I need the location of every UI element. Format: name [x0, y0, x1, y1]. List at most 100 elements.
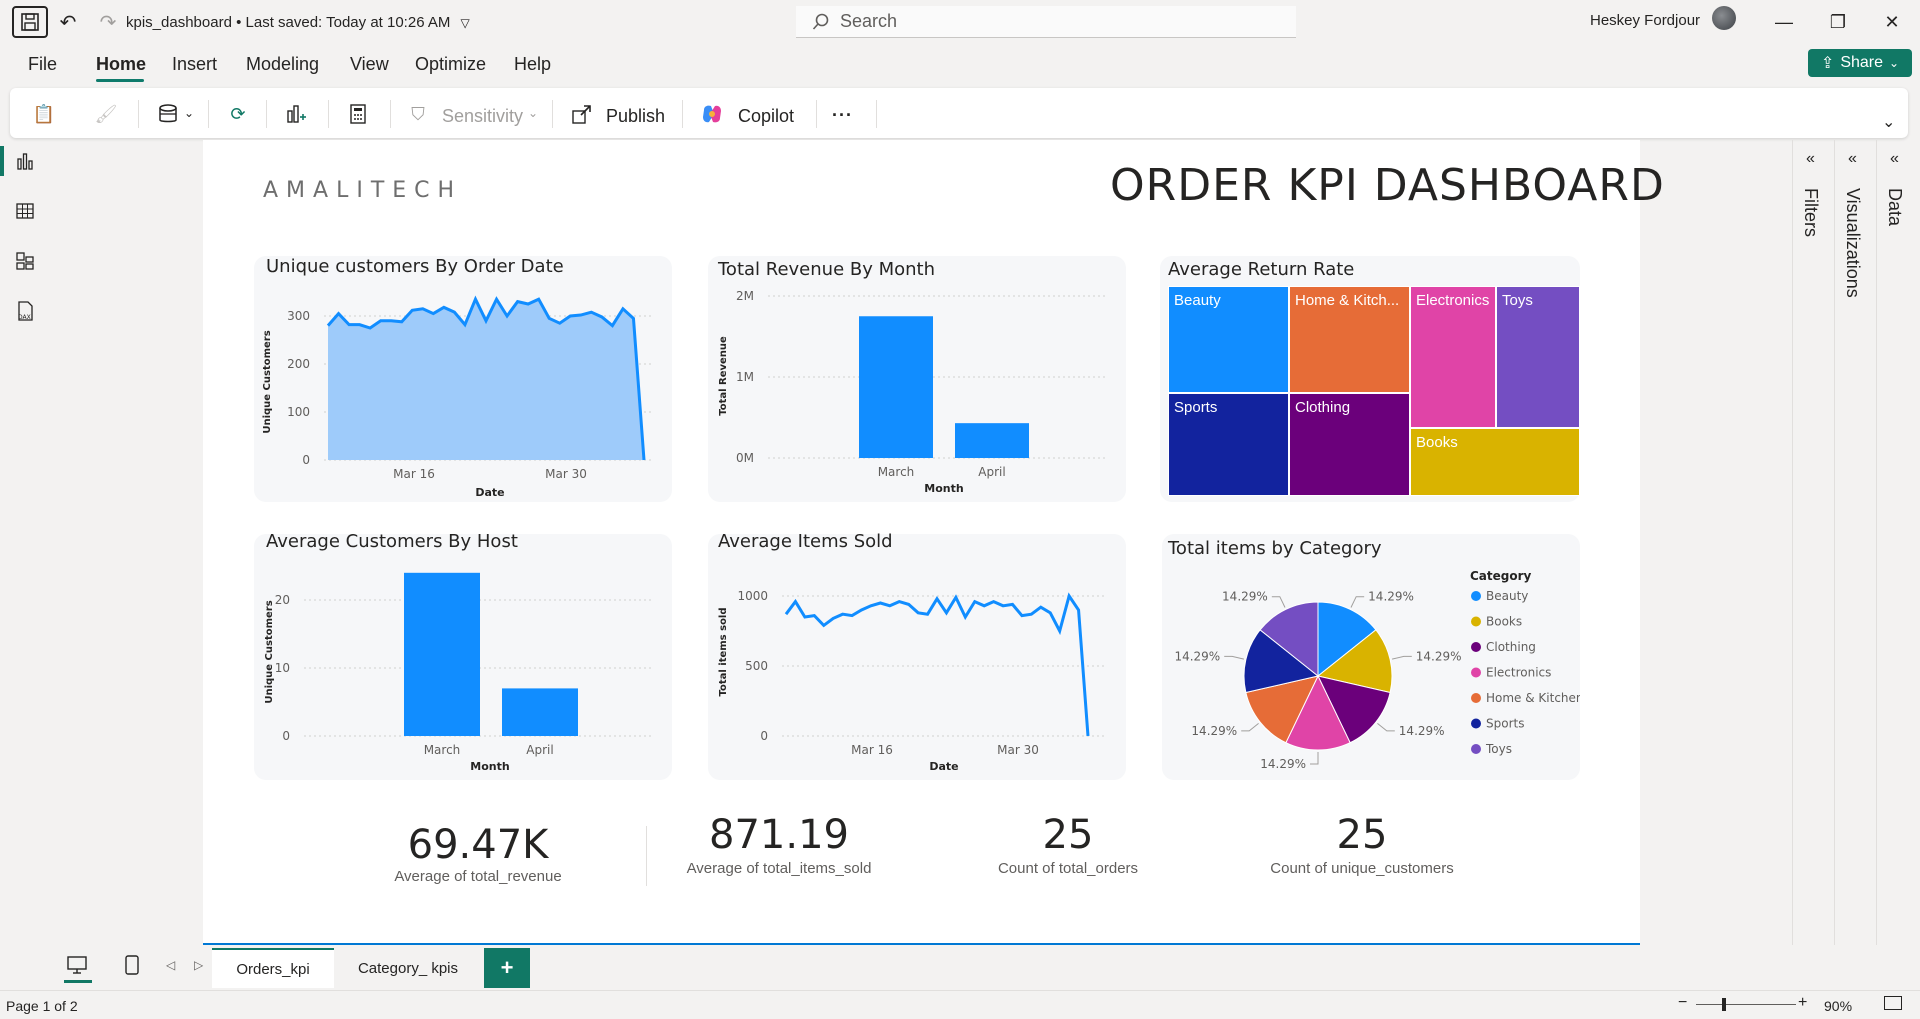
more-options-button[interactable]: ...	[832, 100, 853, 121]
y-tick-label: 0	[282, 729, 290, 743]
menu-view[interactable]: View	[350, 54, 389, 75]
add-page-button[interactable]: +	[484, 948, 530, 988]
close-icon: ✕	[1884, 11, 1900, 32]
data-pane-label[interactable]: Data	[1884, 188, 1905, 226]
x-tick-label: March	[878, 465, 915, 479]
pie-leader-line	[1271, 596, 1286, 608]
y-axis-title: Total Revenue	[718, 336, 729, 416]
zoom-slider-track[interactable]	[1696, 1004, 1796, 1005]
expand-data-icon[interactable]: «	[1890, 150, 1899, 168]
treemap-label: Books	[1416, 434, 1458, 451]
table-view-icon[interactable]	[12, 198, 38, 224]
chevron-down-icon[interactable]: ⌄	[184, 106, 194, 120]
minimize-button[interactable]: —	[1764, 8, 1804, 36]
x-axis-title: Month	[470, 760, 509, 773]
format-painter-icon[interactable]: 🖌	[92, 102, 120, 126]
mobile-layout-icon[interactable]	[124, 954, 144, 976]
share-button[interactable]: ⇪ Share ⌄	[1808, 49, 1912, 77]
menu-insert[interactable]: Insert	[172, 54, 217, 75]
get-data-icon[interactable]	[154, 102, 182, 126]
new-visual-icon[interactable]	[282, 102, 310, 126]
redo-button[interactable]: ↷	[96, 10, 120, 34]
fit-to-page-icon[interactable]	[1884, 996, 1902, 1010]
line-chart-items-sold[interactable]: 0 500 1000 Mar 16 Mar 30 Date Total items sold	[708, 556, 1126, 780]
menu-optimize[interactable]: Optimize	[415, 54, 486, 75]
kpi-avg-revenue-value: 69.47K	[407, 822, 549, 868]
kpi-avg-revenue-label: Average of total_revenue	[394, 868, 562, 885]
area-chart-unique-customers[interactable]: 0 100 200 300 Mar 16 Mar 30 Date Unique Custome…	[254, 282, 672, 502]
menu-help[interactable]: Help	[514, 54, 551, 75]
pie-chart-items-by-category[interactable]: 14.29% 14.29% 14.29% 14.29% 14.29% 14.29% 14.2…	[1162, 562, 1580, 780]
bar-chart-customers-by-host[interactable]: 0 10 20 March April Month Unique Customers	[254, 556, 672, 780]
legend-marker	[1471, 642, 1481, 652]
ribbon-separator	[390, 100, 391, 128]
visualizations-pane-label[interactable]: Visualizations	[1842, 188, 1863, 298]
close-button[interactable]: ✕	[1872, 8, 1912, 36]
bar-chart-total-revenue[interactable]: 0M 1M 2M March April Month Total Revenue	[708, 282, 1126, 502]
kpi-avg-items-label: Average of total_items_sold	[686, 860, 872, 877]
refresh-icon[interactable]: ⟳	[224, 102, 252, 126]
zoom-in-button[interactable]: +	[1798, 994, 1807, 1012]
redo-icon: ↷	[99, 11, 117, 34]
treemap-label: Sports	[1174, 399, 1217, 416]
undo-button[interactable]: ↶	[56, 10, 80, 34]
menu-modeling[interactable]: Modeling	[246, 54, 319, 75]
dax-query-view-icon[interactable]: DAX	[12, 298, 38, 324]
menu-home[interactable]: Home	[96, 54, 146, 75]
y-tick-label: 500	[745, 659, 768, 673]
legend-item: Beauty	[1486, 589, 1528, 603]
treemap-label: Clothing	[1295, 399, 1350, 416]
publish-button[interactable]: Publish	[606, 106, 665, 127]
ribbon-separator	[682, 100, 683, 128]
page-tab-category-kpis[interactable]: Category_ kpis	[340, 948, 476, 988]
kpi-count-customers-label: Count of unique_customers	[1270, 860, 1454, 877]
svg-text:DAX: DAX	[18, 314, 31, 321]
copilot-icon[interactable]	[698, 102, 726, 126]
pie-leader-line	[1224, 655, 1245, 660]
next-page-icon[interactable]: ▷	[194, 958, 203, 972]
minimize-icon: —	[1775, 11, 1793, 32]
report-view-icon[interactable]	[12, 148, 38, 174]
publish-icon[interactable]	[568, 102, 596, 126]
pie-data-label: 14.29%	[1368, 590, 1414, 604]
treemap-return-rate[interactable]: Beauty Home & Kitch... Electronics Toys Spor…	[1168, 286, 1580, 496]
x-tick-label: Mar 16	[851, 743, 893, 757]
legend-marker	[1471, 667, 1481, 678]
ribbon-separator	[138, 100, 139, 128]
undo-icon: ↶	[59, 11, 77, 34]
bar-march	[859, 316, 933, 458]
expand-filters-icon[interactable]: «	[1806, 150, 1815, 168]
prev-page-icon[interactable]: ◁	[166, 958, 175, 972]
desktop-layout-icon[interactable]	[66, 954, 90, 976]
zoom-out-button[interactable]: −	[1678, 994, 1687, 1012]
zoom-slider-thumb[interactable]	[1722, 998, 1726, 1011]
file-title[interactable]: kpis_dashboard • Last saved: Today at 10…	[126, 14, 470, 31]
chevron-down-icon[interactable]: ⌄	[1882, 112, 1895, 132]
chart-title: Average Return Rate	[1168, 259, 1355, 280]
save-button[interactable]	[12, 6, 48, 38]
pie-data-label: 14.29%	[1191, 724, 1237, 738]
search-input[interactable]: Search	[796, 6, 1296, 38]
file-name: kpis_dashboard	[126, 14, 232, 31]
paste-icon[interactable]: 📋	[30, 102, 58, 126]
menu-file[interactable]: File	[28, 54, 57, 75]
share-label: Share	[1840, 54, 1884, 71]
pie-leader-line	[1391, 655, 1412, 660]
filters-pane-label[interactable]: Filters	[1800, 188, 1821, 237]
x-axis-title: Month	[924, 482, 963, 495]
treemap-label: Toys	[1502, 292, 1533, 309]
expand-visualizations-icon[interactable]: «	[1848, 150, 1857, 168]
calculator-icon[interactable]	[344, 102, 372, 126]
legend-item: Clothing	[1486, 640, 1536, 654]
copilot-button[interactable]: Copilot	[738, 106, 794, 127]
share-icon: ⇪	[1820, 55, 1835, 72]
chart-title: Total items by Category	[1168, 538, 1382, 559]
model-view-icon[interactable]	[12, 248, 38, 274]
y-axis-title: Unique Customers	[264, 600, 275, 703]
x-tick-label: Mar 16	[393, 467, 435, 481]
restore-button[interactable]: ❐	[1818, 8, 1858, 36]
avatar[interactable]	[1712, 6, 1736, 30]
page-tab-orders-kpi[interactable]: Orders_kpi	[212, 948, 334, 988]
ribbon-separator	[552, 100, 553, 128]
search-icon	[812, 13, 829, 30]
